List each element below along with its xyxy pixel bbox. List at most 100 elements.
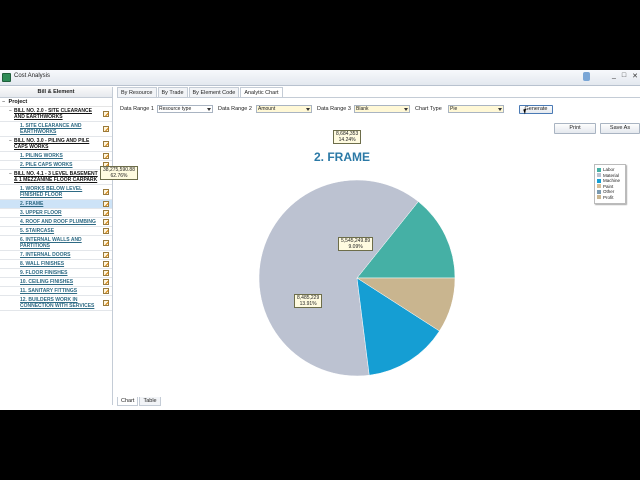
edit-icon[interactable] xyxy=(103,300,109,306)
edit-icon[interactable] xyxy=(103,201,109,207)
tree-item-label: BILL NO. 4.1 - 3 LEVEL BASEMENT & 1 MEZZ… xyxy=(14,171,98,183)
data-range-2-value: Amount xyxy=(258,106,276,112)
edit-icon[interactable] xyxy=(103,288,109,294)
tree-element-node[interactable]: 1. SITE CLEARANCE AND EARTHWORKS xyxy=(0,122,112,137)
data-range-3-label: Data Range 3 xyxy=(317,106,351,112)
data-label: 8,485,229 13.91% xyxy=(294,294,323,308)
chart-type-label: Chart Type xyxy=(415,106,442,112)
legend-swatch xyxy=(597,178,601,183)
data-label-percent: 14.24% xyxy=(338,137,356,143)
legend-swatch xyxy=(597,167,601,172)
legend-label: Machine xyxy=(603,178,621,184)
legend-item: Profit xyxy=(597,195,623,201)
tree-element-node[interactable]: 9. FLOOR FINISHES xyxy=(0,269,112,278)
data-label-percent: 13.91% xyxy=(299,301,317,307)
tree-bill-node[interactable]: − BILL NO. 2.0 - SITE CLEARANCE AND EARTH… xyxy=(0,107,112,122)
tree-bill-node[interactable]: − BILL NO. 4.1 - 3 LEVEL BASEMENT & 1 MEZ… xyxy=(0,170,112,185)
edit-icon[interactable] xyxy=(103,228,109,234)
project-node[interactable]: − Project xyxy=(0,98,112,107)
chevron-down-icon xyxy=(306,108,310,111)
print-button[interactable]: Print xyxy=(554,123,596,134)
tree-item-label: 1. PILING WORKS xyxy=(20,153,63,159)
tree-element-node[interactable]: 7. INTERNAL DOORS xyxy=(0,251,112,260)
edit-icon[interactable] xyxy=(103,111,109,117)
tree-bill-node[interactable]: − BILL NO. 3.0 - PILING AND PILE CAPS WOR… xyxy=(0,137,112,152)
tree-element-node[interactable]: 1. PILING WORKS xyxy=(0,152,112,161)
title-bar: Cost Analysis _ □ ✕ xyxy=(0,70,640,86)
tab-bar: By Resource By Trade By Element Code Ana… xyxy=(117,87,284,97)
tree-element-node[interactable]: 11. SANITARY FITTINGS xyxy=(0,287,112,296)
tree-item-label: 10. CEILING FINISHES xyxy=(20,279,74,285)
user-icon[interactable] xyxy=(583,72,590,81)
edit-icon[interactable] xyxy=(103,189,109,195)
tree-item-label: BILL NO. 3.0 - PILING AND PILE CAPS WORK… xyxy=(14,138,90,150)
edit-icon[interactable] xyxy=(103,126,109,132)
chevron-down-icon xyxy=(498,108,502,111)
legend-swatch xyxy=(597,184,601,189)
tab-by-resource[interactable]: By Resource xyxy=(117,87,157,97)
legend-label: Labor xyxy=(603,167,615,173)
edit-icon[interactable] xyxy=(103,279,109,285)
tab-by-trade[interactable]: By Trade xyxy=(157,87,188,97)
edit-icon[interactable] xyxy=(103,153,109,159)
tree-item-label: 5. STAIRCASE xyxy=(20,228,55,234)
window-title: Cost Analysis xyxy=(14,73,51,79)
collapse-toggle[interactable]: − xyxy=(9,138,12,144)
close-button[interactable]: ✕ xyxy=(632,72,638,80)
collapse-toggle[interactable]: − xyxy=(9,108,12,114)
data-range-3-select[interactable]: Blank xyxy=(354,105,410,113)
legend-label: Profit xyxy=(603,194,614,200)
tree-item-label: 8. WALL FINISHES xyxy=(20,261,65,267)
tab-table[interactable]: Table xyxy=(139,397,161,406)
tree-item-label: 4. ROOF AND ROOF PLUMBING xyxy=(20,219,96,225)
edit-icon[interactable] xyxy=(103,240,109,246)
save-as-button[interactable]: Save As xyxy=(600,123,640,134)
data-label-percent: 9.09% xyxy=(348,244,363,250)
collapse-toggle[interactable]: − xyxy=(2,98,7,107)
tree-item-label: 2. PILE CAPS WORKS xyxy=(20,162,73,168)
legend-item: Machine xyxy=(597,178,623,184)
app-icon xyxy=(2,73,11,82)
edit-icon[interactable] xyxy=(103,270,109,276)
bill-element-panel: Bill & Element − Project − BILL NO. 2.0 -… xyxy=(0,87,113,405)
data-range-3-value: Blank xyxy=(356,106,369,112)
tree-item-label: 12. BUILDERS WORK IN CONNECTION WITH SER… xyxy=(20,297,95,309)
edit-icon[interactable] xyxy=(103,219,109,225)
minimize-button[interactable]: _ xyxy=(612,72,616,80)
chart-legend: Labor Material Machine Paint Other Profit xyxy=(594,164,626,204)
maximize-button[interactable]: □ xyxy=(622,72,626,80)
tree-item-label: 1. SITE CLEARANCE AND EARTHWORKS xyxy=(20,123,82,135)
chevron-down-icon xyxy=(207,108,211,111)
view-tabs: Chart Table xyxy=(117,397,162,406)
tree-element-node[interactable]: 10. CEILING FINISHES xyxy=(0,278,112,287)
edit-icon[interactable] xyxy=(103,141,109,147)
tree-element-node[interactable]: 1. WORKS BELOW LEVEL FINISHED FLOOR xyxy=(0,185,112,200)
tree-element-node[interactable]: 2. FRAME xyxy=(0,200,112,209)
tab-chart[interactable]: Chart xyxy=(117,397,139,406)
tree-element-node[interactable]: 3. UPPER FLOOR xyxy=(0,209,112,218)
tree-item-label: 9. FLOOR FINISHES xyxy=(20,270,68,276)
data-range-1-value: Resource type xyxy=(159,106,192,112)
collapse-toggle[interactable]: − xyxy=(9,171,12,177)
tree-element-node[interactable]: 6. INTERNAL WALLS AND PARTITIONS xyxy=(0,236,112,251)
tab-by-element-code[interactable]: By Element Code xyxy=(188,87,240,97)
data-range-1-select[interactable]: Resource type xyxy=(157,105,213,113)
tree-element-node[interactable]: 12. BUILDERS WORK IN CONNECTION WITH SER… xyxy=(0,296,112,311)
tree-element-node[interactable]: 8. WALL FINISHES xyxy=(0,260,112,269)
tree-item-label: BILL NO. 2.0 - SITE CLEARANCE AND EARTHW… xyxy=(14,108,92,120)
app-window: Cost Analysis _ □ ✕ Bill & Element − Pro… xyxy=(0,70,640,410)
tree-element-node[interactable]: 4. ROOF AND ROOF PLUMBING xyxy=(0,218,112,227)
tree-element-node[interactable]: 5. STAIRCASE xyxy=(0,227,112,236)
chart-type-value: Pie xyxy=(450,106,458,112)
tab-analytic-chart[interactable]: Analytic Chart xyxy=(240,87,283,97)
legend-label: Other xyxy=(603,189,615,195)
tree-item-label: 1. WORKS BELOW LEVEL FINISHED FLOOR xyxy=(20,186,83,198)
tree-item-label: 3. UPPER FLOOR xyxy=(20,210,62,216)
chart-type-select[interactable]: Pie xyxy=(448,105,504,113)
edit-icon[interactable] xyxy=(103,210,109,216)
edit-icon[interactable] xyxy=(103,261,109,267)
data-label: 38,275,590.88 62.76% xyxy=(100,166,138,180)
tree-element-node[interactable]: 2. PILE CAPS WORKS xyxy=(0,161,112,170)
data-range-2-select[interactable]: Amount xyxy=(256,105,312,113)
edit-icon[interactable] xyxy=(103,252,109,258)
